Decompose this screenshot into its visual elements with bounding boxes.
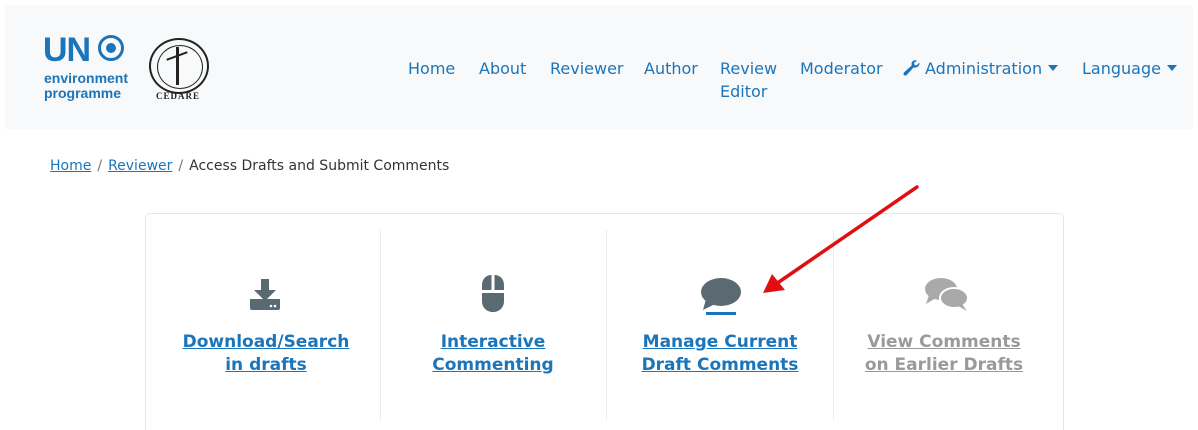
nav-about[interactable]: About bbox=[479, 57, 526, 80]
chevron-down-icon bbox=[1048, 65, 1059, 71]
un-environment-logo[interactable]: UN environment programme bbox=[43, 31, 143, 105]
chevron-down-icon bbox=[1166, 65, 1177, 71]
interactive-commenting-link[interactable]: Interactive Commenting bbox=[420, 331, 566, 377]
comments-icon[interactable] bbox=[924, 277, 970, 313]
nav-home[interactable]: Home bbox=[408, 57, 455, 80]
un-logo-line2: programme bbox=[44, 85, 122, 101]
un-logo-line1: environment bbox=[44, 70, 129, 86]
breadcrumb-separator: / bbox=[178, 158, 184, 174]
cedare-emblem-icon bbox=[149, 38, 209, 94]
tile-divider bbox=[380, 230, 381, 420]
tile-divider bbox=[833, 230, 834, 420]
nav-review-editor[interactable]: Review Editor bbox=[720, 57, 780, 103]
cedare-logo[interactable]: CEDARE bbox=[149, 38, 211, 104]
wrench-icon bbox=[903, 60, 920, 76]
reviewer-actions-card bbox=[145, 213, 1064, 430]
breadcrumb-reviewer-link[interactable]: Reviewer bbox=[108, 158, 172, 174]
cedare-tree-trunk bbox=[176, 47, 179, 85]
cedare-logo-text: CEDARE bbox=[156, 91, 201, 101]
nav-moderator[interactable]: Moderator bbox=[800, 57, 883, 80]
mouse-icon[interactable] bbox=[480, 273, 506, 313]
nav-reviewer[interactable]: Reviewer bbox=[550, 57, 624, 80]
breadcrumb-current: Access Drafts and Submit Comments bbox=[189, 158, 450, 174]
view-comments-earlier-drafts-link[interactable]: View Comments on Earlier Drafts bbox=[858, 331, 1030, 377]
nav-language-label: Language bbox=[1082, 59, 1161, 78]
breadcrumb-home-link[interactable]: Home bbox=[50, 158, 91, 174]
un-emblem-icon bbox=[98, 35, 124, 61]
nav-administration-dropdown[interactable]: Administration bbox=[903, 57, 1059, 80]
breadcrumb-separator: / bbox=[97, 158, 103, 174]
nav-language-dropdown[interactable]: Language bbox=[1082, 57, 1177, 80]
un-logo-text: UN bbox=[43, 31, 91, 69]
tile-divider bbox=[606, 230, 607, 420]
top-navbar: UN environment programme CEDARE Home Abo… bbox=[5, 5, 1193, 129]
nav-author[interactable]: Author bbox=[644, 57, 698, 80]
breadcrumb: Home / Reviewer / Access Drafts and Submit C… bbox=[50, 157, 449, 175]
nav-administration-label: Administration bbox=[925, 59, 1043, 78]
download-icon[interactable] bbox=[247, 277, 283, 313]
manage-current-draft-comments-link[interactable]: Manage Current Draft Comments bbox=[636, 331, 804, 377]
download-search-drafts-link[interactable]: Download/Search in drafts bbox=[174, 331, 358, 377]
comment-icon[interactable] bbox=[700, 277, 744, 315]
